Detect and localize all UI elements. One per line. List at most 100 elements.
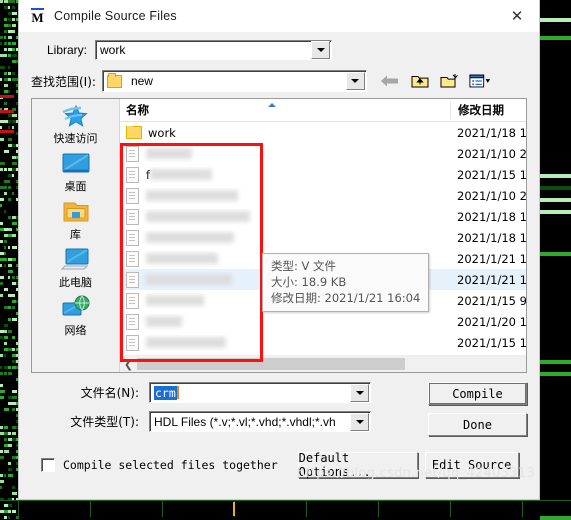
sidebar-item-network[interactable]: 网络 xyxy=(32,295,119,338)
file-date-cell: 2021/1/15 11:03 xyxy=(457,335,527,350)
sidebar-item-quick-access[interactable]: 快速访问 xyxy=(32,103,119,146)
filename-row: 文件名(N): crm xyxy=(31,382,414,403)
file-name-cell xyxy=(120,313,450,330)
library-combo[interactable]: work xyxy=(95,40,333,60)
chevron-down-icon[interactable] xyxy=(350,412,369,431)
network-globe-icon xyxy=(59,295,93,323)
text-cursor xyxy=(176,385,179,399)
sidebar-item-this-pc[interactable]: 此电脑 xyxy=(32,247,119,290)
chevron-left-icon[interactable]: ❮ xyxy=(120,358,137,371)
file-date-cell: 2021/1/10 21:47 xyxy=(457,146,527,161)
chevron-down-icon[interactable] xyxy=(311,41,331,59)
column-headers: 名称 修改日期 xyxy=(120,99,526,122)
file-name-cell xyxy=(120,145,450,162)
scrollbar-thumb[interactable] xyxy=(137,358,405,370)
file-date-cell: 2021/1/21 16:04 xyxy=(457,272,527,287)
document-icon xyxy=(126,313,139,330)
sort-ascending-caret-icon xyxy=(268,103,276,107)
file-tooltip: 类型: V 文件 大小: 18.9 KB 修改日期: 2021/1/21 16:… xyxy=(262,253,430,312)
file-date-cell: 2021/1/20 11:36 xyxy=(457,314,527,329)
redacted-file-name xyxy=(146,295,204,306)
look-in-row: 查找范围(I): new xyxy=(19,68,539,98)
library-row: Library: work xyxy=(19,32,539,68)
compile-button[interactable]: Compile xyxy=(428,382,527,405)
filetype-label: 文件类型(T): xyxy=(70,415,139,429)
sidebar-item-label: 桌面 xyxy=(64,180,87,193)
document-icon xyxy=(126,166,139,183)
filetype-combo[interactable]: HDL Files (*.v;*.vl;*.vhd;*.vhdl;*.vh xyxy=(149,411,371,432)
sidebar-item-label: 此电脑 xyxy=(59,276,92,289)
tooltip-type: 类型: V 文件 xyxy=(271,259,337,273)
action-buttons: Compile Done xyxy=(428,382,527,436)
up-one-level-icon[interactable] xyxy=(409,71,431,91)
file-name-cell: f xyxy=(120,166,450,183)
redacted-file-name xyxy=(146,253,218,264)
views-icon[interactable] xyxy=(469,71,491,91)
file-date-cell: 2021/1/21 16:06 xyxy=(457,251,527,266)
tooltip-size: 大小: 18.9 KB xyxy=(271,275,347,289)
watermark: https://blog.csdn.net/qq_42403313 xyxy=(296,466,535,481)
file-name-cell xyxy=(120,334,450,351)
file-date-cell: 2021/1/18 17:16 xyxy=(457,125,527,140)
sidebar-item-label: 快速访问 xyxy=(53,132,98,145)
modelsim-m-icon: M xyxy=(31,7,44,25)
title-bar: M Compile Source Files ✕ xyxy=(19,0,539,32)
folder-icon xyxy=(106,72,122,88)
filename-combo[interactable]: crm xyxy=(149,382,371,403)
scrollbar-track[interactable] xyxy=(137,357,526,371)
look-in-value: new xyxy=(130,74,153,88)
file-date-cell: 2021/1/18 17:43 xyxy=(457,230,527,245)
file-date-cell: 2021/1/18 15:40 xyxy=(457,209,527,224)
redacted-file-name xyxy=(146,232,234,243)
table-row[interactable]: 2021/1/10 21:50 xyxy=(120,185,526,206)
redacted-file-name xyxy=(146,337,226,348)
quick-access-star-icon xyxy=(59,103,93,131)
compile-together-label: Compile selected files together xyxy=(63,458,278,472)
chevron-down-icon[interactable] xyxy=(345,72,365,90)
redacted-file-name xyxy=(146,211,250,222)
table-row[interactable]: 2021/1/18 15:40 xyxy=(120,206,527,227)
library-value: work xyxy=(100,43,126,57)
new-folder-icon[interactable] xyxy=(439,71,461,91)
sidebar-item-desktop[interactable]: 桌面 xyxy=(32,151,119,194)
column-header-date[interactable]: 修改日期 xyxy=(450,101,526,119)
column-header-name[interactable]: 名称 xyxy=(120,101,450,119)
libraries-folder-icon xyxy=(59,199,93,227)
horizontal-scrollbar[interactable]: ❮ xyxy=(120,355,526,372)
filename-input[interactable]: crm xyxy=(150,385,349,400)
back-icon[interactable] xyxy=(379,71,401,91)
table-row[interactable]: f 2021/1/15 10:37 xyxy=(120,164,526,185)
folder-icon xyxy=(126,125,142,139)
compile-source-files-dialog: M Compile Source Files ✕ Library: work 查… xyxy=(18,0,540,500)
file-name-cell xyxy=(120,208,450,225)
document-icon xyxy=(126,187,139,204)
compile-together-checkbox[interactable] xyxy=(41,458,55,472)
redacted-file-name xyxy=(146,274,232,285)
file-date-cell: 2021/1/15 9:18 xyxy=(457,293,527,308)
document-icon xyxy=(126,271,139,288)
table-row[interactable]: work 2021/1/18 17:16 xyxy=(120,122,527,143)
table-row[interactable]: 2021/1/10 21:47 xyxy=(120,143,527,164)
file-list-area: 名称 修改日期 work 2021/1/18 17:16 2021/1/10 21:… xyxy=(120,99,527,372)
sidebar-item-label: 网络 xyxy=(64,324,87,337)
column-header-name-label: 名称 xyxy=(126,103,149,117)
done-button[interactable]: Done xyxy=(428,413,527,436)
table-row[interactable]: 2021/1/20 11:36 xyxy=(120,311,527,332)
close-icon[interactable]: ✕ xyxy=(495,0,539,32)
filename-value: crm xyxy=(154,385,177,400)
document-icon xyxy=(126,334,139,351)
places-sidebar: 快速访问 桌面 库 此电脑 网络 xyxy=(32,99,120,372)
redacted-file-name xyxy=(146,190,238,201)
file-name-cell xyxy=(120,229,450,246)
file-name-cell xyxy=(120,187,450,204)
sidebar-item-libraries[interactable]: 库 xyxy=(32,199,119,242)
table-row[interactable]: 2021/1/15 11:03 xyxy=(120,332,527,353)
look-in-combo[interactable]: new xyxy=(101,70,367,92)
file-rows: work 2021/1/18 17:16 2021/1/10 21:47 f 2021/… xyxy=(120,122,527,355)
table-row[interactable]: 2021/1/18 17:43 xyxy=(120,227,527,248)
chevron-down-icon[interactable] xyxy=(350,383,369,402)
file-browser: 快速访问 桌面 库 此电脑 网络 名称 修改日期 work 2021/1/18 … xyxy=(31,98,527,373)
redacted-file-name xyxy=(146,148,192,159)
navigation-toolbar xyxy=(379,71,491,91)
window-title: Compile Source Files xyxy=(54,9,177,23)
